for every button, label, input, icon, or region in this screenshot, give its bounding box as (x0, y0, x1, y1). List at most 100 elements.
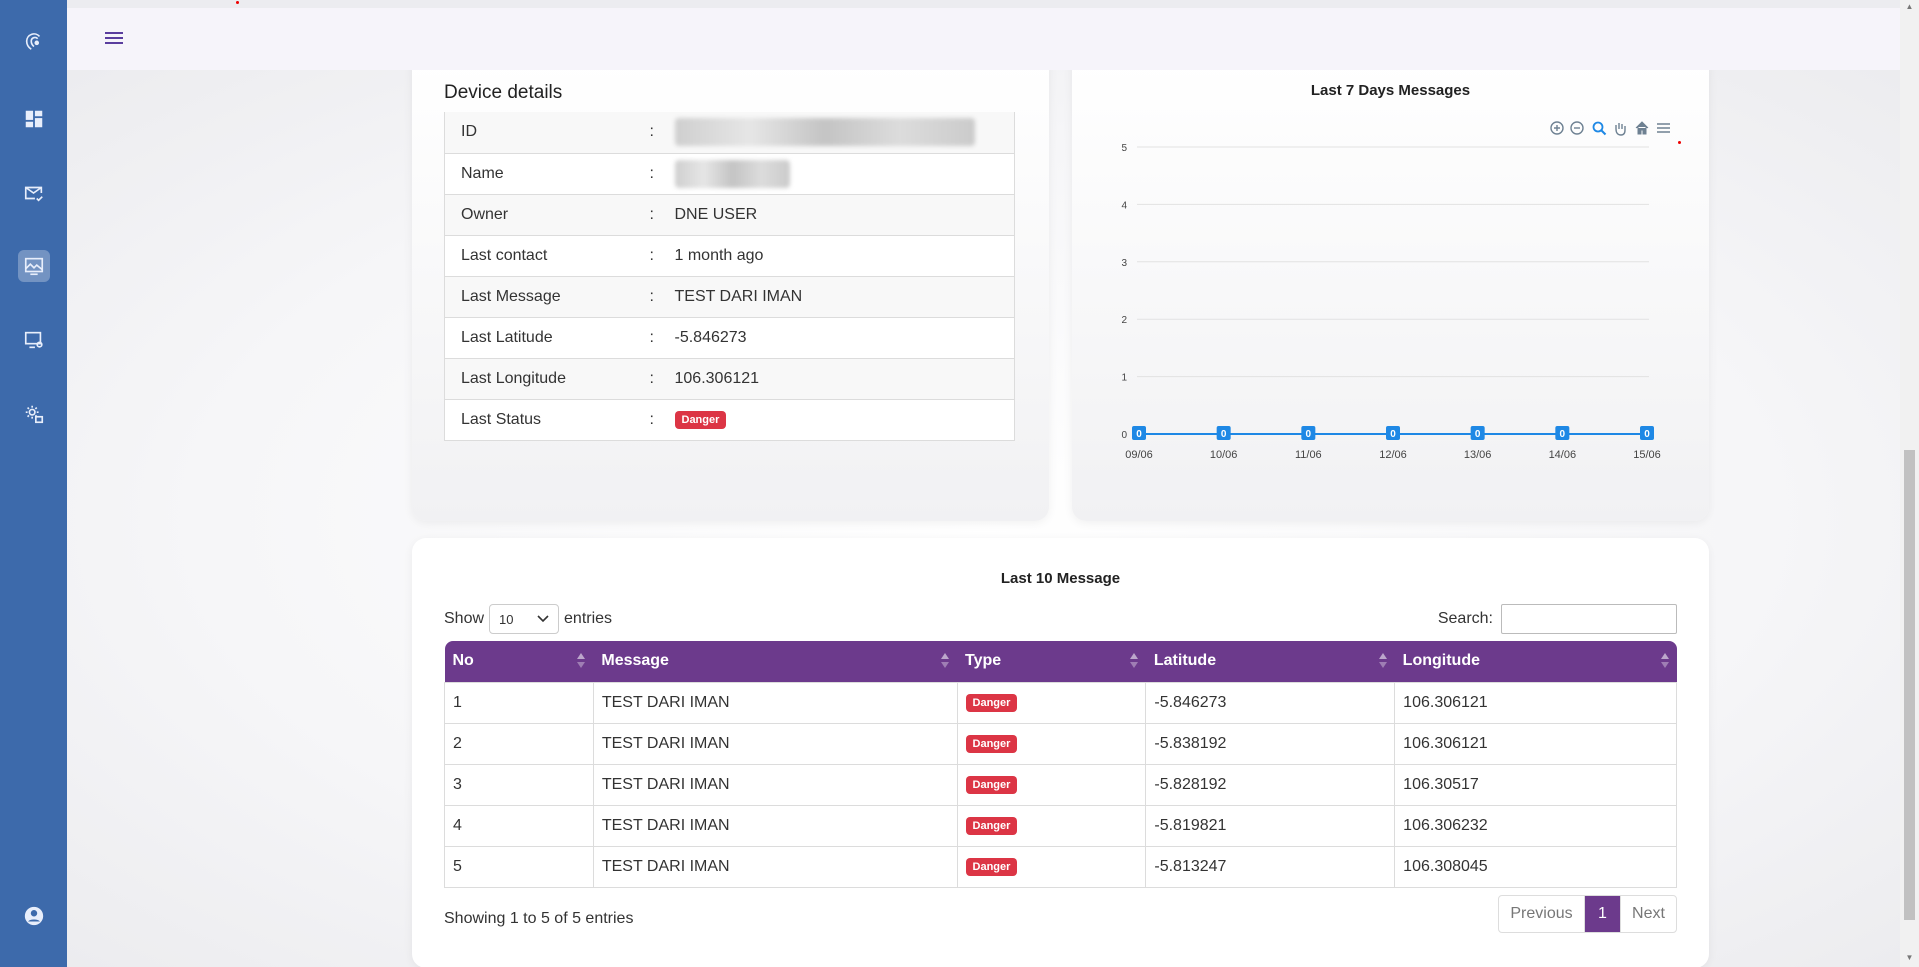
x-tick-label: 14/06 (1549, 449, 1577, 461)
cell-lon: 106.306232 (1394, 804, 1677, 847)
sidebar (0, 0, 67, 967)
detail-label: Last Latitude (444, 317, 650, 359)
scroll-down-arrow[interactable]: ▼ (1904, 953, 1915, 962)
cell-lat: -5.828192 (1145, 763, 1396, 806)
cell-message: TEST DARI IMAN (592, 722, 958, 765)
user-icon[interactable] (18, 900, 50, 932)
detail-label: ID (444, 112, 650, 154)
detail-row: ID: (444, 112, 1015, 154)
column-header-label: Type (965, 652, 1002, 670)
logo-signal-icon[interactable] (18, 25, 50, 57)
detail-label: Last Longitude (444, 358, 650, 400)
detail-row: Name: (444, 153, 1015, 195)
detail-label: Owner (444, 194, 650, 236)
type-badge: Danger (965, 735, 1018, 753)
content-area: Device details ID: Name: Owner: DNE USER Las… (67, 60, 1900, 967)
type-badge: Danger (965, 817, 1018, 835)
previous-button[interactable]: Previous (1499, 896, 1585, 932)
cell-message: TEST DARI IMAN (592, 845, 958, 888)
column-header-latitude[interactable]: Latitude (1145, 641, 1395, 682)
data-label: 0 (1475, 429, 1481, 440)
red-dot (1678, 141, 1681, 144)
mail-check-icon[interactable] (18, 177, 50, 209)
home-icon[interactable] (1635, 121, 1649, 135)
sort-icon (1378, 653, 1387, 669)
cell-type: Danger (956, 763, 1147, 806)
search-input[interactable] (1501, 604, 1677, 634)
y-tick-label: 3 (1121, 258, 1127, 269)
page-1-button[interactable]: 1 (1585, 896, 1620, 932)
next-button[interactable]: Next (1620, 896, 1676, 932)
scroll-thumb[interactable] (1904, 450, 1915, 920)
entries-label: entries (564, 610, 613, 627)
cell-message: TEST DARI IMAN (592, 763, 958, 806)
scrollbar[interactable]: ▲ ▼ (1900, 0, 1919, 967)
detail-value: -5.846273 (669, 317, 1015, 359)
zoom-in-icon[interactable] (1550, 121, 1564, 135)
table-row: 3 TEST DARI IMAN Danger -5.828192 106.30517 (444, 763, 1677, 806)
pan-hand-icon[interactable] (1615, 123, 1626, 136)
cell-type: Danger (956, 804, 1147, 847)
detail-value: 106.306121 (669, 358, 1015, 400)
cell-lat: -5.819821 (1145, 804, 1396, 847)
type-badge: Danger (965, 694, 1018, 712)
device-settings-icon[interactable] (18, 324, 50, 356)
column-header-message[interactable]: Message (593, 641, 958, 682)
table-row: 2 TEST DARI IMAN Danger -5.838192 106.306121 (444, 722, 1677, 765)
dashboard-icon[interactable] (18, 103, 50, 135)
sort-icon (1129, 653, 1138, 669)
detail-separator: : (649, 317, 670, 359)
cell-lon: 106.306121 (1394, 722, 1677, 765)
detail-value: DNE USER (669, 194, 1015, 236)
column-header-label: Latitude (1153, 652, 1217, 670)
column-header-type[interactable]: Type (957, 641, 1146, 682)
device-details-title: Device details (444, 82, 563, 103)
menu-icon[interactable] (1657, 123, 1670, 133)
redacted-name (669, 153, 1015, 195)
search-box: Search: (1438, 604, 1677, 634)
column-header-label: Longitude (1402, 652, 1480, 670)
cell-lon: 106.308045 (1394, 845, 1677, 888)
x-tick-label: 15/06 (1633, 449, 1661, 461)
search-zoom-icon[interactable] (1592, 121, 1607, 136)
cell-lat: -5.838192 (1145, 722, 1396, 765)
detail-separator: : (649, 399, 670, 441)
hamburger-icon[interactable] (100, 24, 128, 52)
table-row: 5 TEST DARI IMAN Danger -5.813247 106.308045 (444, 845, 1677, 888)
data-label: 0 (1306, 429, 1312, 440)
monitor-chart-icon[interactable] (18, 250, 50, 282)
detail-separator: : (649, 194, 670, 236)
redacted-value (674, 159, 790, 188)
sort-icon (577, 653, 586, 669)
topbar (67, 8, 1900, 70)
showing-entries: Showing 1 to 5 of 5 entries (444, 910, 634, 927)
detail-row: Last contact:1 month ago (444, 235, 1015, 277)
status-badge: Danger (674, 411, 727, 429)
detail-label: Last Status (444, 399, 650, 441)
detail-separator: : (649, 358, 670, 400)
column-header-longitude[interactable]: Longitude (1394, 641, 1677, 682)
type-badge: Danger (965, 858, 1018, 876)
scroll-up-arrow[interactable]: ▲ (1904, 2, 1915, 11)
cell-lon: 106.306121 (1394, 681, 1677, 724)
search-label: Search: (1437, 610, 1493, 627)
pagination: Previous 1 Next (1498, 895, 1677, 933)
chevron-down-icon (537, 615, 549, 623)
gear-user-icon[interactable] (18, 398, 50, 430)
cell-no: 5 (444, 845, 594, 888)
cell-message: TEST DARI IMAN (592, 681, 958, 724)
cell-no: 4 (444, 804, 594, 847)
detail-value: TEST DARI IMAN (669, 276, 1015, 318)
zoom-out-icon[interactable] (1570, 121, 1584, 135)
sort-icon (1660, 653, 1669, 669)
red-dot (236, 1, 239, 4)
sort-icon (941, 653, 950, 669)
line-chart: 0123450 0 0 0 0 0 009/06 10/06 11/06 12/06 13/06 14… (1121, 121, 1670, 461)
messages-table: No Message Type Latitude Longitude 1 TEST DAR… (444, 641, 1677, 888)
page-size-select[interactable]: 10 (489, 604, 560, 634)
cell-no: 1 (444, 681, 594, 724)
data-label: 0 (1221, 429, 1227, 440)
column-header-no[interactable]: No (444, 641, 594, 682)
redacted-value (674, 118, 975, 147)
cell-no: 2 (444, 722, 594, 765)
